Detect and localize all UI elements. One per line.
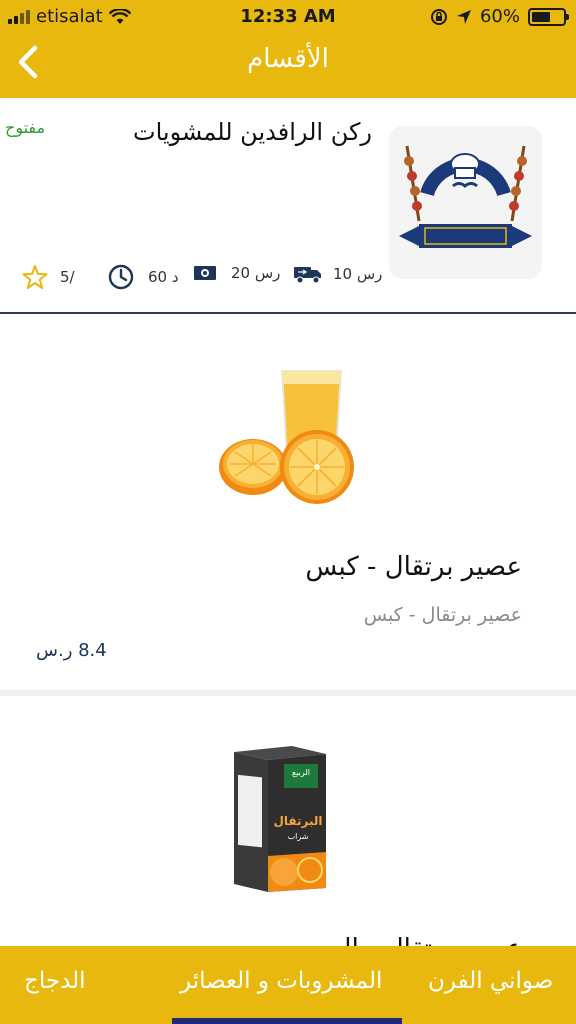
restaurant-logo <box>389 126 542 279</box>
top-bar: etisalat 12:33 AM 60% الأقسام <box>0 0 576 98</box>
battery-percent: 60% <box>479 6 520 27</box>
open-status-badge: مفتوح <box>5 118 46 137</box>
status-right: 60% <box>430 6 569 27</box>
tab-chicken[interactable]: الدجاج <box>24 968 86 994</box>
package-brand-label: الربيع <box>292 768 310 777</box>
status-bar: etisalat 12:33 AM 60% <box>0 0 576 34</box>
rotation-lock-icon <box>430 8 447 25</box>
restaurant-card[interactable]: ركن الرافدين للمشويات مفتوح 10 رس 20 رس … <box>0 98 576 313</box>
page-title: الأقسام <box>247 44 329 74</box>
delivery-truck-icon <box>294 267 321 284</box>
restaurant-name: ركن الرافدين للمشويات <box>133 118 372 146</box>
clock-icon <box>108 264 134 290</box>
product-price: 8.4 ر.س <box>36 640 107 661</box>
delivery-time-value: 60 د <box>148 268 179 286</box>
location-arrow-icon <box>456 9 471 24</box>
package-flavor-label: البرتقال <box>273 814 323 828</box>
min-order: 20 رس <box>193 264 280 282</box>
min-order-value: 20 رس <box>231 264 281 282</box>
tab-drinks-juices[interactable]: المشروبات و العصائر <box>180 968 382 994</box>
package-sub-label: شراب <box>287 832 309 841</box>
product-card[interactable]: الربيع البرتقال شراب عصير برتقال - الربي… <box>0 696 576 964</box>
juice-box-image: الربيع البرتقال شراب <box>230 744 330 894</box>
battery-icon <box>528 7 569 26</box>
orange-juice-image <box>219 370 354 504</box>
delivery-fee-value: 10 رس <box>333 265 383 283</box>
delivery-time: 60 د <box>108 264 179 290</box>
tab-oven-trays[interactable]: صواني الفرن <box>428 968 553 994</box>
delivery-fee: 10 رس <box>293 264 382 284</box>
star-icon <box>22 265 48 289</box>
product-card[interactable]: عصير برتقال - كبس عصير برتقال - كبس 8.4 … <box>0 314 576 690</box>
product-name: عصير برتقال - كبس <box>305 552 522 582</box>
rating: 5/ <box>22 264 75 290</box>
rating-value: 5/ <box>60 268 75 286</box>
cash-icon <box>194 266 216 280</box>
category-tab-bar: الدجاج المشروبات و العصائر صواني الفرن <box>0 946 576 1024</box>
product-description: عصير برتقال - كبس <box>363 604 522 626</box>
active-tab-indicator <box>172 1018 402 1024</box>
screen: etisalat 12:33 AM 60% الأقسام ركن الرافد… <box>0 0 576 1024</box>
restaurant-metrics: 10 رس 20 رس 60 د 5/ <box>0 264 576 294</box>
